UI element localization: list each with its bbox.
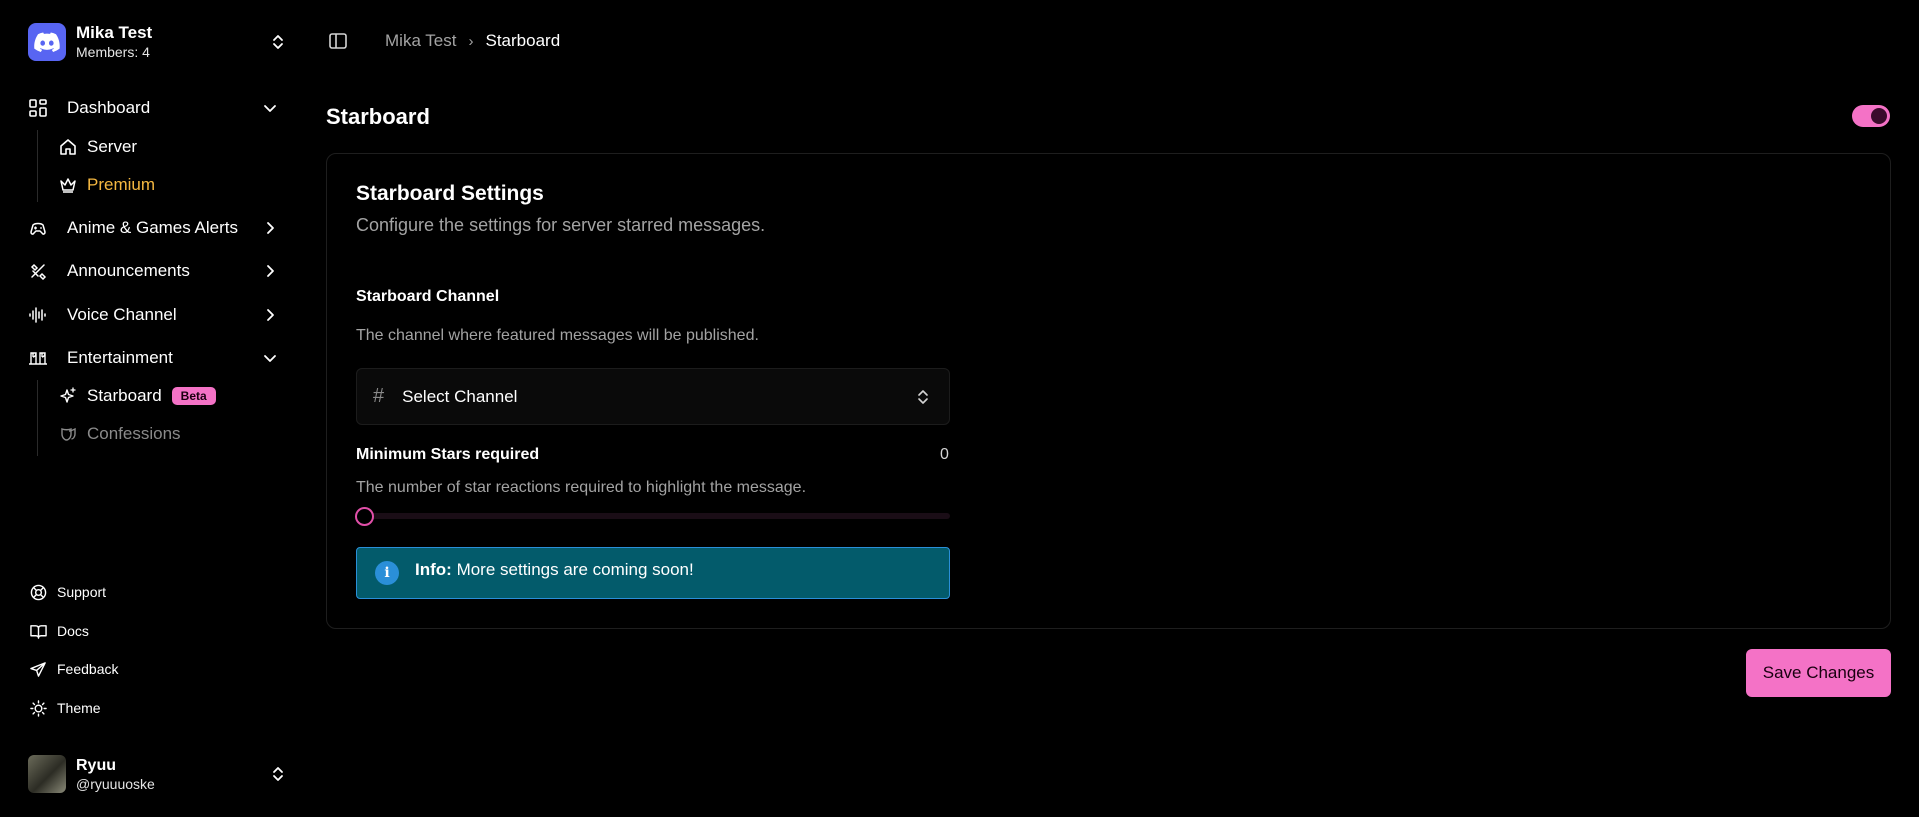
breadcrumb: Mika Test › Starboard — [385, 31, 560, 51]
chevron-right-icon — [267, 265, 274, 277]
avatar — [28, 755, 66, 793]
hash-icon: # — [373, 385, 385, 407]
nav-premium[interactable]: Premium — [58, 170, 155, 200]
save-changes-button[interactable]: Save Changes — [1746, 649, 1891, 697]
stars-label: Minimum Stars required — [356, 446, 540, 463]
nav-server[interactable]: Server — [58, 132, 137, 162]
nav-entertainment[interactable]: Entertainment — [28, 342, 280, 374]
chevron-right-icon — [267, 222, 274, 234]
nav-confessions[interactable]: Confessions — [58, 419, 181, 449]
theme-label: Theme — [57, 700, 101, 716]
chevron-down-icon — [264, 105, 276, 112]
send-icon — [28, 659, 48, 679]
sidebar-toggle-icon[interactable] — [328, 31, 348, 51]
stars-value: 0 — [940, 446, 949, 463]
crown-icon — [58, 175, 78, 195]
sidebar: Mika Test Members: 4 Dashboard Server Pr… — [0, 0, 300, 817]
nav-premium-label: Premium — [87, 175, 156, 194]
stars-slider[interactable] — [355, 507, 950, 526]
sub-nav-line — [37, 380, 38, 456]
channel-description: The channel where featured messages will… — [356, 327, 759, 344]
theater-icon — [28, 348, 48, 368]
docs-link[interactable]: Docs — [28, 619, 89, 643]
nav-voice-label: Voice Channel — [67, 305, 177, 324]
sparkles-icon — [58, 386, 78, 406]
toggle-knob — [1871, 108, 1887, 124]
nav-announcements-label: Announcements — [67, 261, 190, 280]
beta-badge: Beta — [171, 387, 216, 405]
user-name: Ryuu — [76, 756, 116, 774]
nav-dashboard-label: Dashboard — [67, 98, 151, 117]
starboard-enable-toggle[interactable] — [1852, 105, 1890, 127]
nav-confessions-label: Confessions — [87, 424, 181, 443]
mask-icon — [58, 424, 78, 444]
home-icon — [58, 137, 78, 157]
channel-select-value: Select Channel — [402, 386, 518, 406]
feedback-link[interactable]: Feedback — [28, 657, 118, 681]
sun-icon — [28, 698, 48, 718]
audio-wave-icon — [28, 305, 48, 325]
stars-description: The number of star reactions required to… — [356, 479, 807, 496]
nav-anime-games-alerts[interactable]: Anime & Games Alerts — [28, 212, 280, 244]
discord-icon — [28, 23, 66, 61]
lifebuoy-icon — [28, 582, 48, 602]
nav-starboard-label: Starboard — [87, 386, 162, 405]
book-icon — [28, 621, 48, 641]
card-title: Starboard Settings — [356, 182, 544, 205]
sub-nav-line — [37, 130, 38, 202]
megaphone-icon — [28, 261, 48, 281]
server-switcher[interactable]: Mika Test Members: 4 — [28, 22, 288, 62]
controller-icon — [28, 218, 48, 238]
user-handle: @ryuuuoske — [76, 775, 155, 792]
page-title: Starboard — [326, 104, 430, 129]
info-message: More settings are coming soon! — [456, 560, 694, 579]
breadcrumb-parent[interactable]: Mika Test — [385, 31, 457, 51]
theme-toggle[interactable]: Theme — [28, 696, 101, 720]
server-members: Members: 4 — [76, 44, 150, 60]
chevrons-up-down-icon — [918, 390, 928, 404]
breadcrumb-current: Starboard — [485, 31, 561, 50]
chevron-right-icon — [267, 309, 274, 321]
starboard-settings-card: Starboard Settings Configure the setting… — [326, 153, 1891, 629]
chevrons-up-down-icon — [273, 35, 283, 49]
channel-select[interactable]: # Select Channel — [356, 368, 950, 425]
info-text: Info: More settings are coming soon! — [415, 560, 694, 580]
support-label: Support — [57, 584, 107, 600]
server-name: Mika Test — [76, 23, 153, 42]
feedback-label: Feedback — [57, 661, 119, 677]
channel-label: Starboard Channel — [356, 288, 500, 305]
nav-starboard[interactable]: Starboard Beta — [58, 381, 216, 411]
card-subtitle: Configure the settings for server starre… — [356, 215, 766, 235]
chevrons-up-down-icon — [273, 767, 283, 781]
info-icon: i — [375, 561, 399, 585]
chevron-down-icon — [264, 355, 276, 362]
nav-anime-label: Anime & Games Alerts — [67, 218, 239, 237]
nav-entertainment-label: Entertainment — [67, 348, 173, 367]
nav-voice-channel[interactable]: Voice Channel — [28, 299, 280, 331]
nav-announcements[interactable]: Announcements — [28, 255, 280, 287]
docs-label: Docs — [57, 623, 89, 639]
grid-icon — [28, 98, 48, 118]
info-alert: i Info: More settings are coming soon! — [356, 547, 950, 599]
support-link[interactable]: Support — [28, 580, 106, 604]
slider-thumb[interactable] — [355, 507, 374, 526]
chevron-right-icon: › — [468, 32, 474, 50]
nav-server-label: Server — [87, 137, 138, 156]
nav-dashboard[interactable]: Dashboard — [28, 92, 280, 124]
user-menu[interactable]: Ryuu @ryuuuoske — [28, 754, 288, 794]
info-prefix: Info: — [415, 560, 452, 579]
